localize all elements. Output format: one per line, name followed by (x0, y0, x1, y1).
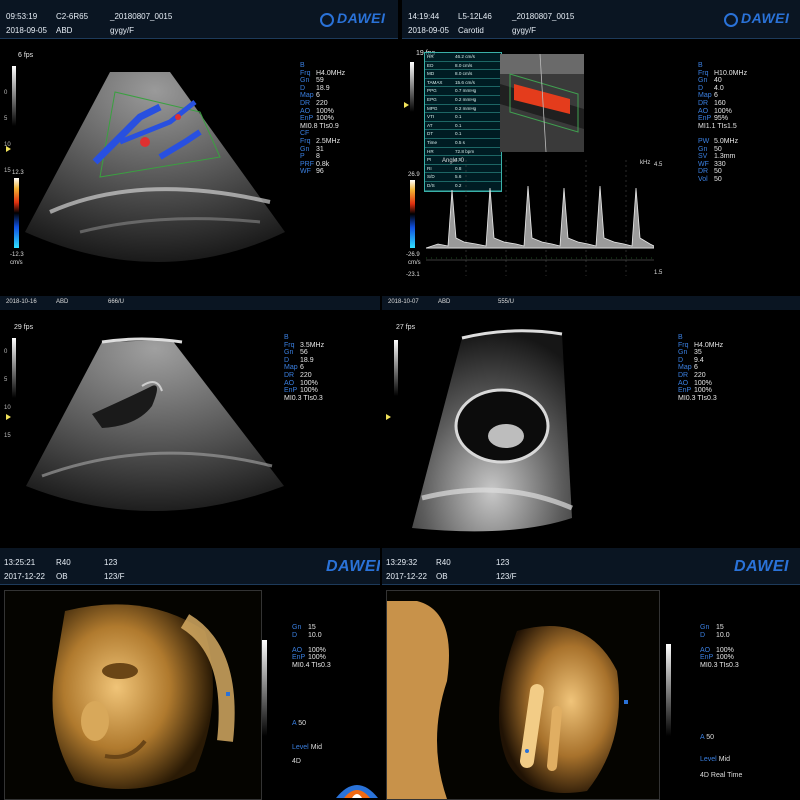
doppler-spectrum[interactable] (426, 160, 654, 276)
ultrasound-image[interactable] (22, 336, 292, 546)
spectrum-scale-bottom: 1.5 (654, 270, 663, 276)
render-viewport[interactable]: 3D (4, 590, 262, 800)
panel-carotid-doppler[interactable]: 14:19:44 L5-12L46 _20180807_0015 2018-09… (402, 0, 800, 296)
patient-label: 666/U (108, 299, 125, 305)
exam-label: OB (436, 572, 448, 581)
a-label: A 50 (292, 720, 307, 727)
status-label: 4D (292, 758, 301, 765)
date-label: 2018-10-16 (6, 299, 37, 305)
param-list: Gn 15 D 10.0 AO 100% EnP 100% MI0.4 TIs0.3 (292, 624, 331, 669)
panel-header: 2018-10-07 ABD 555/U (382, 296, 800, 310)
depth-ticks: 0 5 10 15 (4, 349, 11, 439)
level-label: Level Mid (700, 756, 730, 763)
param-list: B Frq H10.0MHz Gn 40 D 4.0 Map 6 DR 160 AO 100… (698, 62, 748, 183)
probe-label: C2-6R65 (56, 12, 89, 21)
spectrum-scale-top: 4.5 (654, 162, 663, 168)
focus-marker-icon[interactable] (386, 414, 391, 420)
gray-scale-bar (12, 338, 16, 398)
panel-abdomen-b-mode-liver[interactable]: 2018-10-16 ABD 666/U 29 fps 0 5 10 15 B Frq… (0, 296, 380, 546)
exam-label: Carotid (458, 26, 484, 35)
exam-label: OB (56, 572, 68, 581)
status-label: 4D Real Time (700, 772, 743, 779)
time-label: 14:19:44 (408, 12, 440, 21)
brand-logo: DAWEI (326, 558, 380, 575)
date-label: 2018-10-07 (388, 299, 419, 305)
color-scale-bar (410, 180, 415, 248)
brand-logo: DAWEI (734, 558, 789, 575)
focus-marker-icon[interactable] (6, 146, 11, 152)
patient-label: 555/U (498, 299, 515, 305)
depth-ticks: 0 5 10 15 (4, 90, 11, 174)
render-viewport[interactable]: 3D (386, 590, 660, 800)
brand-logo: DAWEI (724, 10, 789, 27)
exam-label: ABD (438, 299, 451, 305)
color-scale-unit: cm/s (408, 260, 421, 266)
panel-header: 13:29:32 R40 123 2017-12-22 OB 123/F DAW… (382, 548, 800, 585)
range-marker-icon[interactable] (226, 692, 230, 696)
time-label: 13:25:21 (4, 558, 36, 567)
focus-marker-icon[interactable] (6, 414, 11, 420)
exam-label: ABD (56, 299, 69, 305)
level-label: Level Mid (292, 744, 322, 751)
panel-abdomen-color-doppler[interactable]: 09:53:19 C2-6R65 _20180807_0015 2018-09-… (0, 0, 398, 296)
patient-label: 123/F (104, 572, 125, 581)
time-label: 09:53:19 (6, 12, 38, 21)
file-label: _20180807_0015 (110, 12, 173, 21)
gray-scale-bar (12, 66, 16, 126)
panel-abdomen-b-mode-sac[interactable]: 2018-10-07 ABD 555/U 27 fps B Frq H4.0MHz… (382, 296, 800, 546)
fps-label: 6 fps (18, 52, 34, 59)
spectrum-left-value: -23.1 (406, 272, 420, 278)
carotid-b-mode-image[interactable] (500, 54, 584, 152)
color-scale-top: 26.9 (408, 172, 420, 178)
exam-label: ABD (56, 26, 73, 35)
panel-header: 2018-10-16 ABD 666/U (0, 296, 380, 310)
gray-scale-bar (394, 340, 398, 396)
patient-label: gygy/F (512, 26, 537, 35)
id-label: 123 (104, 558, 118, 567)
date-label: 2018-09-05 (6, 26, 47, 35)
panel-ob-3d-face[interactable]: 13:25:21 R40 123 2017-12-22 OB 123/F DAW… (0, 548, 380, 800)
range-marker-icon[interactable] (624, 700, 628, 704)
date-label: 2018-09-05 (408, 26, 449, 35)
panel-header: 09:53:19 C2-6R65 _20180807_0015 2018-09-… (0, 0, 398, 39)
gray-scale-bar (262, 640, 267, 736)
fetal-hand-render[interactable] (387, 591, 659, 799)
panel-header: 14:19:44 L5-12L46 _20180807_0015 2018-09… (402, 0, 800, 39)
time-label: 13:29:32 (386, 558, 418, 567)
logo-icon (320, 13, 334, 27)
param-list: B Frq 3.5MHz Gn 56 D 18.9 Map 6 DR 220 AO 100%… (284, 334, 325, 402)
color-scale-bar (14, 178, 19, 248)
orientation-icon (336, 785, 378, 798)
date-label: 2017-12-22 (386, 572, 427, 581)
brand-logo: DAWEI (320, 10, 385, 27)
gray-scale-bar (666, 644, 671, 736)
probe-label: R40 (56, 558, 71, 567)
ultrasound-image[interactable] (402, 328, 672, 540)
patient-label: 123/F (496, 572, 517, 581)
param-list: Gn 15 D 10.0 AO 100% EnP 100% MI0.3 TIs0.3 (700, 624, 739, 669)
gray-scale-bar (410, 62, 414, 112)
panel-ob-3d-hand[interactable]: 13:29:32 R40 123 2017-12-22 OB 123/F DAW… (382, 548, 800, 800)
logo-icon (724, 13, 738, 27)
file-label: _20180807_0015 (512, 12, 575, 21)
color-scale-bottom: -26.9 (406, 252, 420, 258)
date-label: 2017-12-22 (4, 572, 45, 581)
patient-label: gygy/F (110, 26, 135, 35)
fps-label: 29 fps (14, 324, 34, 331)
a-label: A 50 (700, 734, 715, 741)
fetal-face-render[interactable] (5, 591, 261, 799)
focus-marker-icon[interactable] (404, 102, 409, 108)
panel-header: 13:25:21 R40 123 2017-12-22 OB 123/F DAW… (0, 548, 380, 585)
probe-label: R40 (436, 558, 451, 567)
param-list: B Frq H4.0MHz Gn 59 D 18.9 Map 6 DR 220 AO 100… (300, 62, 346, 176)
id-label: 123 (496, 558, 510, 567)
probe-label: L5-12L46 (458, 12, 492, 21)
param-list: B Frq H4.0MHz Gn 35 D 9.4 Map 6 DR 220 AO 100%… (678, 334, 724, 402)
ultrasound-image[interactable] (20, 62, 290, 272)
